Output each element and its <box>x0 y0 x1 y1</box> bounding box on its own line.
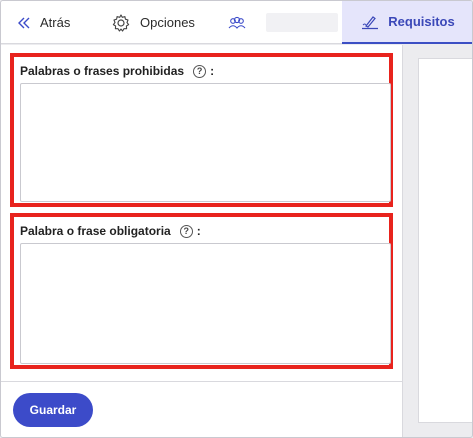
users-icon <box>227 16 247 30</box>
forbidden-phrases-label-row: Palabras o frases prohibidas ? : <box>20 63 386 79</box>
footer-divider <box>1 381 403 382</box>
double-chevron-left-icon <box>17 16 31 30</box>
label-colon: : <box>196 224 201 238</box>
requirements-tab[interactable]: Requisitos <box>342 1 472 44</box>
back-link[interactable]: Atrás <box>17 1 70 44</box>
required-phrase-label-row: Palabra o frase obligatoria ? : <box>20 223 386 239</box>
forbidden-phrases-label: Palabras o frases prohibidas <box>20 64 185 78</box>
users-name-placeholder <box>266 13 338 32</box>
requirements-label: Requisitos <box>388 14 455 29</box>
required-phrase-input[interactable] <box>20 243 391 364</box>
signature-icon <box>361 14 379 30</box>
required-phrase-section: Palabra o frase obligatoria ? : <box>10 213 393 369</box>
help-icon[interactable]: ? <box>193 64 207 78</box>
app-frame: Atrás Opciones Requisitos Palabras o fra… <box>0 0 473 438</box>
options-tab[interactable]: Opciones <box>111 1 195 44</box>
top-navigation: Atrás Opciones Requisitos <box>1 1 472 44</box>
forbidden-phrases-input[interactable] <box>20 83 391 202</box>
help-icon[interactable]: ? <box>179 224 193 238</box>
label-colon: : <box>210 64 215 78</box>
back-label: Atrás <box>40 15 71 30</box>
gear-icon <box>111 13 131 33</box>
requirements-form-panel: Palabras o frases prohibidas ? : Palabra… <box>1 45 403 437</box>
options-label: Opciones <box>140 15 195 30</box>
required-phrase-label: Palabra o frase obligatoria <box>20 224 171 238</box>
forbidden-phrases-section: Palabras o frases prohibidas ? : <box>10 53 393 207</box>
side-panel <box>418 58 472 423</box>
users-tab[interactable] <box>227 1 338 44</box>
save-button[interactable]: Guardar <box>13 393 93 427</box>
